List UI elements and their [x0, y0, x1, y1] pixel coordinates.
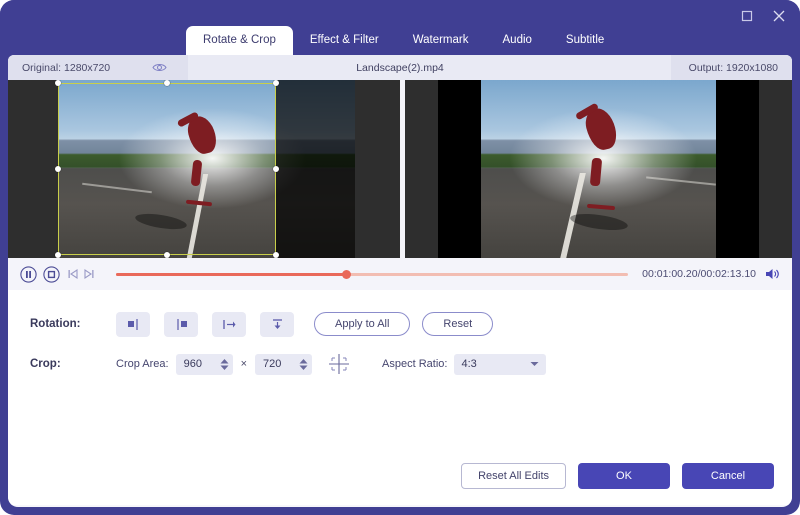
flip-horizontal-icon[interactable] — [212, 311, 246, 337]
ok-button[interactable]: OK — [578, 463, 670, 489]
tab-rotate-crop[interactable]: Rotate & Crop — [186, 26, 293, 55]
crop-rectangle[interactable] — [58, 83, 276, 255]
title-bar: Rotate & Crop Effect & Filter Watermark … — [0, 0, 800, 55]
skater-leg — [590, 157, 603, 187]
previous-frame-icon[interactable] — [66, 267, 80, 281]
tab-bar: Rotate & Crop Effect & Filter Watermark … — [186, 26, 621, 55]
reset-rotation-button[interactable]: Reset — [422, 312, 494, 336]
apply-to-all-label: Apply to All — [335, 318, 390, 330]
chevron-down-icon — [530, 358, 539, 370]
aspect-ratio-select[interactable]: 4:3 — [454, 353, 547, 375]
output-resolution-label: Output: 1920x1080 — [670, 55, 792, 80]
tab-watermark[interactable]: Watermark — [396, 26, 486, 55]
output-preview — [405, 80, 792, 258]
volume-icon[interactable] — [764, 267, 780, 281]
reset-all-edits-label: Reset All Edits — [478, 470, 549, 482]
rotate-right-icon[interactable] — [164, 311, 198, 337]
skateboard — [586, 203, 615, 210]
pillarbox-right — [716, 80, 759, 258]
ok-label: OK — [616, 470, 632, 482]
crop-handle-middle-right[interactable] — [273, 166, 279, 172]
original-preview[interactable] — [8, 80, 400, 258]
crop-handle-top-left[interactable] — [55, 80, 61, 86]
edit-controls: Rotation: Apply to All Reset Crop: Crop … — [8, 290, 792, 505]
skater-shadow — [569, 211, 629, 234]
crop-handle-middle-left[interactable] — [55, 166, 61, 172]
video-editor-window: Rotate & Crop Effect & Filter Watermark … — [0, 0, 800, 515]
rotation-row: Rotation: Apply to All Reset — [8, 304, 792, 344]
seek-handle[interactable] — [342, 269, 352, 279]
reset-label: Reset — [443, 318, 473, 330]
cancel-button[interactable]: Cancel — [682, 463, 774, 489]
pause-icon[interactable] — [20, 265, 37, 283]
aspect-ratio-value: 4:3 — [461, 358, 477, 370]
time-display: 00:01:00.20/00:02:13.10 — [642, 268, 756, 280]
seek-slider[interactable] — [116, 267, 629, 281]
tab-subtitle[interactable]: Subtitle — [549, 26, 621, 55]
road-line — [645, 176, 716, 186]
close-icon[interactable] — [770, 7, 788, 25]
dialog-body: Original: 1280x720 Landscape(2).mp4 Outp… — [8, 55, 792, 507]
tab-label: Rotate & Crop — [203, 34, 276, 46]
seek-fill — [116, 272, 347, 276]
player-controls: 00:01:00.20/00:02:13.10 — [8, 258, 792, 290]
video-frame-output — [481, 80, 716, 258]
crop-height-stepper[interactable]: 720 — [255, 353, 313, 375]
crop-handle-top-center[interactable] — [164, 80, 170, 86]
crop-handle-top-right[interactable] — [273, 80, 279, 86]
tab-label: Audio — [502, 34, 532, 46]
crop-area-label: Crop Area: — [116, 358, 169, 370]
crop-label: Crop: — [30, 358, 61, 370]
crop-dark-overlay — [276, 80, 355, 258]
dialog-footer: Reset All Edits OK Cancel — [461, 463, 774, 489]
crop-row: Crop: Crop Area: 960 × 720 Aspect Ratio:… — [8, 344, 792, 384]
tab-label: Effect & Filter — [309, 34, 379, 46]
tab-effect-filter[interactable]: Effect & Filter — [293, 26, 396, 55]
tab-label: Watermark — [412, 34, 469, 46]
crop-width-arrows[interactable] — [220, 358, 229, 370]
tab-audio[interactable]: Audio — [486, 26, 549, 55]
tab-label: Subtitle — [565, 34, 605, 46]
reset-all-edits-button[interactable]: Reset All Edits — [461, 463, 566, 489]
cancel-label: Cancel — [710, 470, 746, 482]
apply-to-all-button[interactable]: Apply to All — [314, 312, 411, 336]
rotation-label: Rotation: — [30, 318, 81, 330]
crop-height-value: 720 — [263, 358, 282, 370]
aspect-ratio-label: Aspect Ratio: — [382, 358, 448, 370]
stop-icon[interactable] — [43, 265, 60, 283]
next-frame-icon[interactable] — [82, 267, 96, 281]
preview-info-bar: Original: 1280x720 Landscape(2).mp4 Outp… — [8, 55, 792, 80]
crop-center-icon[interactable] — [326, 352, 352, 376]
rotate-left-icon[interactable] — [116, 311, 150, 337]
crop-width-stepper[interactable]: 960 — [175, 353, 233, 375]
flip-vertical-icon[interactable] — [260, 311, 294, 337]
maximize-icon[interactable] — [738, 7, 756, 25]
window-controls — [738, 7, 788, 25]
crop-width-value: 960 — [183, 358, 202, 370]
pillarbox-left — [438, 80, 481, 258]
preview-area — [8, 80, 792, 258]
crop-height-arrows[interactable] — [299, 358, 308, 370]
dimension-separator: × — [240, 358, 248, 370]
